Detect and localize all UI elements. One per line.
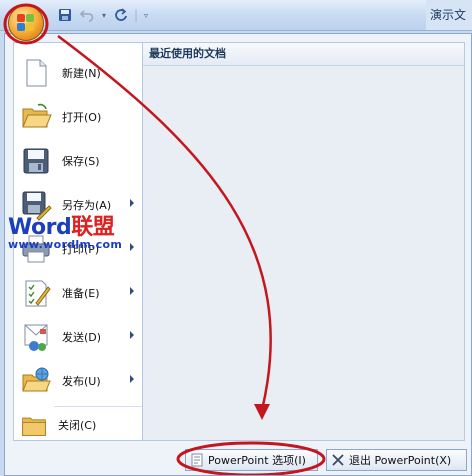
menu-item-label: 发布(U) bbox=[62, 375, 101, 388]
options-icon bbox=[190, 453, 204, 467]
close-folder-icon bbox=[20, 411, 48, 439]
menu-item-label: 准备(E) bbox=[62, 287, 100, 300]
menu-item-publish[interactable]: 发布(U) bbox=[14, 359, 142, 403]
customize-dropdown-icon[interactable]: ▿ bbox=[142, 6, 150, 24]
submenu-arrow-icon bbox=[130, 375, 134, 383]
window-title: 演示文 bbox=[426, 0, 472, 30]
menu-separator bbox=[54, 406, 142, 407]
menu-item-new[interactable]: 新建(N) bbox=[14, 51, 142, 95]
submenu-arrow-icon bbox=[130, 287, 134, 295]
menu-item-open[interactable]: 打开(O) bbox=[14, 95, 142, 139]
chevron-down-icon[interactable]: ▾ bbox=[100, 6, 108, 24]
title-bar: ▾ | ▿ 演示文 bbox=[0, 0, 472, 31]
send-icon bbox=[20, 321, 52, 353]
menu-item-save[interactable]: 保存(S) bbox=[14, 139, 142, 183]
save-icon bbox=[20, 145, 52, 177]
menu-item-label: 发送(D) bbox=[62, 331, 102, 344]
open-folder-icon bbox=[20, 101, 52, 133]
separator-icon: | bbox=[133, 8, 139, 22]
submenu-arrow-icon bbox=[130, 331, 134, 339]
menu-item-send[interactable]: 发送(D) bbox=[14, 315, 142, 359]
menu-item-label: 保存(S) bbox=[62, 155, 100, 168]
save-icon[interactable] bbox=[56, 6, 74, 24]
menu-item-label: 新建(N) bbox=[62, 67, 101, 80]
menu-item-close[interactable]: 关闭(C) bbox=[14, 409, 142, 441]
watermark-logo: Word联盟 bbox=[8, 216, 122, 240]
redo-icon[interactable] bbox=[112, 6, 130, 24]
office-button[interactable] bbox=[8, 5, 44, 41]
publish-icon bbox=[20, 365, 52, 397]
watermark: Word联盟 www.wordlm.com bbox=[8, 216, 123, 252]
menu-item-label: 另存为(A) bbox=[62, 199, 112, 212]
recent-documents-panel: 最近使用的文档 bbox=[143, 42, 465, 441]
submenu-arrow-icon bbox=[130, 243, 134, 251]
prepare-icon bbox=[20, 277, 52, 309]
quick-access-toolbar: ▾ | ▿ bbox=[56, 5, 150, 25]
exit-powerpoint-button[interactable]: 退出 PowerPoint(X) bbox=[326, 449, 467, 471]
menu-item-label: 关闭(C) bbox=[58, 419, 97, 432]
close-icon bbox=[331, 453, 345, 467]
menu-item-prepare[interactable]: 准备(E) bbox=[14, 271, 142, 315]
office-logo-icon bbox=[17, 14, 35, 32]
watermark-cn: 联盟 bbox=[71, 215, 115, 240]
recent-documents-header: 最近使用的文档 bbox=[143, 43, 464, 66]
new-document-icon bbox=[20, 57, 52, 89]
office-menu: 新建(N) 打开(O) 保存(S) 另存为(A) 打印(P) 准备(E) 发送(… bbox=[4, 33, 472, 476]
options-label: PowerPoint 选项(I) bbox=[208, 454, 306, 467]
powerpoint-options-button[interactable]: PowerPoint 选项(I) bbox=[185, 449, 318, 471]
watermark-word: Word bbox=[8, 215, 72, 240]
watermark-url: www.wordlm.com bbox=[8, 238, 123, 251]
menu-item-label: 打开(O) bbox=[62, 111, 102, 124]
exit-label: 退出 PowerPoint(X) bbox=[349, 454, 452, 467]
undo-icon[interactable] bbox=[78, 6, 96, 24]
submenu-arrow-icon bbox=[130, 199, 134, 207]
